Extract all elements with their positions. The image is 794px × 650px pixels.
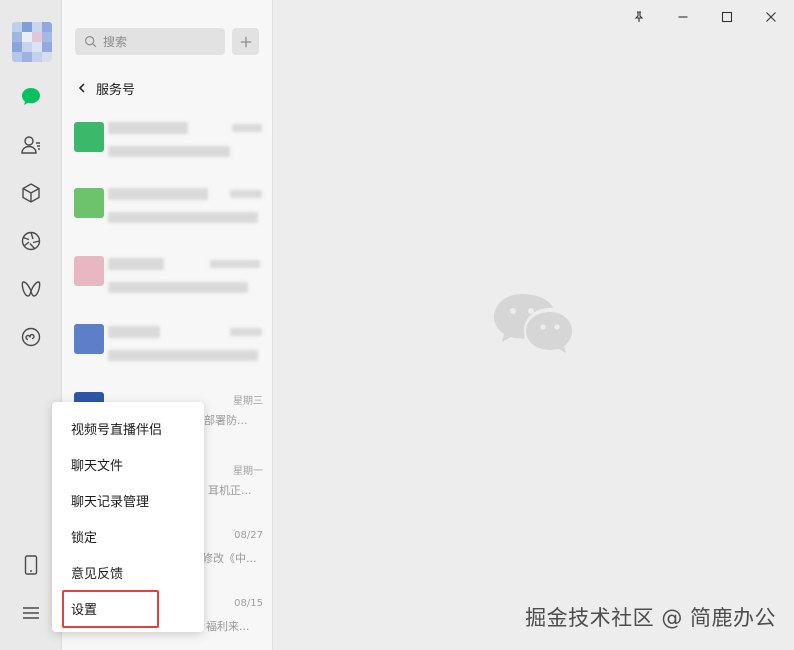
menu-icon[interactable] bbox=[16, 598, 46, 628]
menu-item-live-companion[interactable]: 视频号直播伴侣 bbox=[52, 410, 204, 446]
chat-avatar bbox=[74, 122, 104, 152]
list-item[interactable] bbox=[62, 176, 272, 242]
menu-item-chat-history[interactable]: 聊天记录管理 bbox=[52, 482, 204, 518]
menu-item-lock[interactable]: 锁定 bbox=[52, 518, 204, 554]
chat-avatar bbox=[74, 256, 104, 286]
list-item[interactable] bbox=[62, 244, 272, 310]
back-chevron-icon bbox=[78, 83, 85, 93]
add-button[interactable] bbox=[232, 28, 259, 55]
contacts-icon[interactable] bbox=[16, 130, 46, 160]
search-input[interactable]: 搜索 bbox=[75, 28, 225, 55]
chats-icon[interactable] bbox=[16, 82, 46, 112]
chat-time: 星期三 bbox=[233, 396, 263, 407]
chat-time: 星期一 bbox=[233, 466, 263, 477]
search-icon bbox=[85, 36, 97, 48]
watermark: 掘金技术社区 @ 简鹿办公 bbox=[525, 606, 776, 630]
chat-avatar bbox=[74, 188, 104, 218]
maximize-icon[interactable] bbox=[716, 6, 738, 28]
search-placeholder: 搜索 bbox=[103, 35, 128, 49]
menu-item-feedback[interactable]: 意见反馈 bbox=[52, 554, 204, 590]
moments-icon[interactable] bbox=[16, 226, 46, 256]
list-item[interactable] bbox=[62, 110, 272, 176]
chat-time: 08/15 bbox=[234, 598, 263, 609]
main-panel: 掘金技术社区 @ 简鹿办公 bbox=[274, 0, 794, 650]
close-icon[interactable] bbox=[760, 6, 782, 28]
breadcrumb[interactable]: 服务号 bbox=[76, 78, 135, 98]
phone-icon[interactable] bbox=[16, 550, 46, 580]
chat-time: 08/27 bbox=[234, 530, 263, 541]
favorites-icon[interactable] bbox=[16, 178, 46, 208]
list-item[interactable] bbox=[62, 312, 272, 378]
settings-highlight-box bbox=[62, 590, 159, 628]
pin-icon[interactable] bbox=[628, 6, 650, 28]
avatar[interactable] bbox=[12, 22, 52, 62]
menu-item-chat-files[interactable]: 聊天文件 bbox=[52, 446, 204, 482]
chat-avatar bbox=[74, 324, 104, 354]
breadcrumb-label: 服务号 bbox=[96, 82, 136, 98]
plus-icon bbox=[240, 36, 251, 47]
chat-preview: 耳机正... bbox=[208, 484, 252, 497]
wechat-logo-icon bbox=[494, 294, 572, 353]
channels-icon[interactable] bbox=[16, 274, 46, 304]
mini-programs-icon[interactable] bbox=[16, 322, 46, 352]
chat-preview: 修改《中... bbox=[202, 552, 257, 565]
chat-preview: 部署防... bbox=[204, 414, 248, 427]
minimize-icon[interactable] bbox=[672, 6, 694, 28]
chat-preview: 福利来... bbox=[206, 620, 250, 633]
